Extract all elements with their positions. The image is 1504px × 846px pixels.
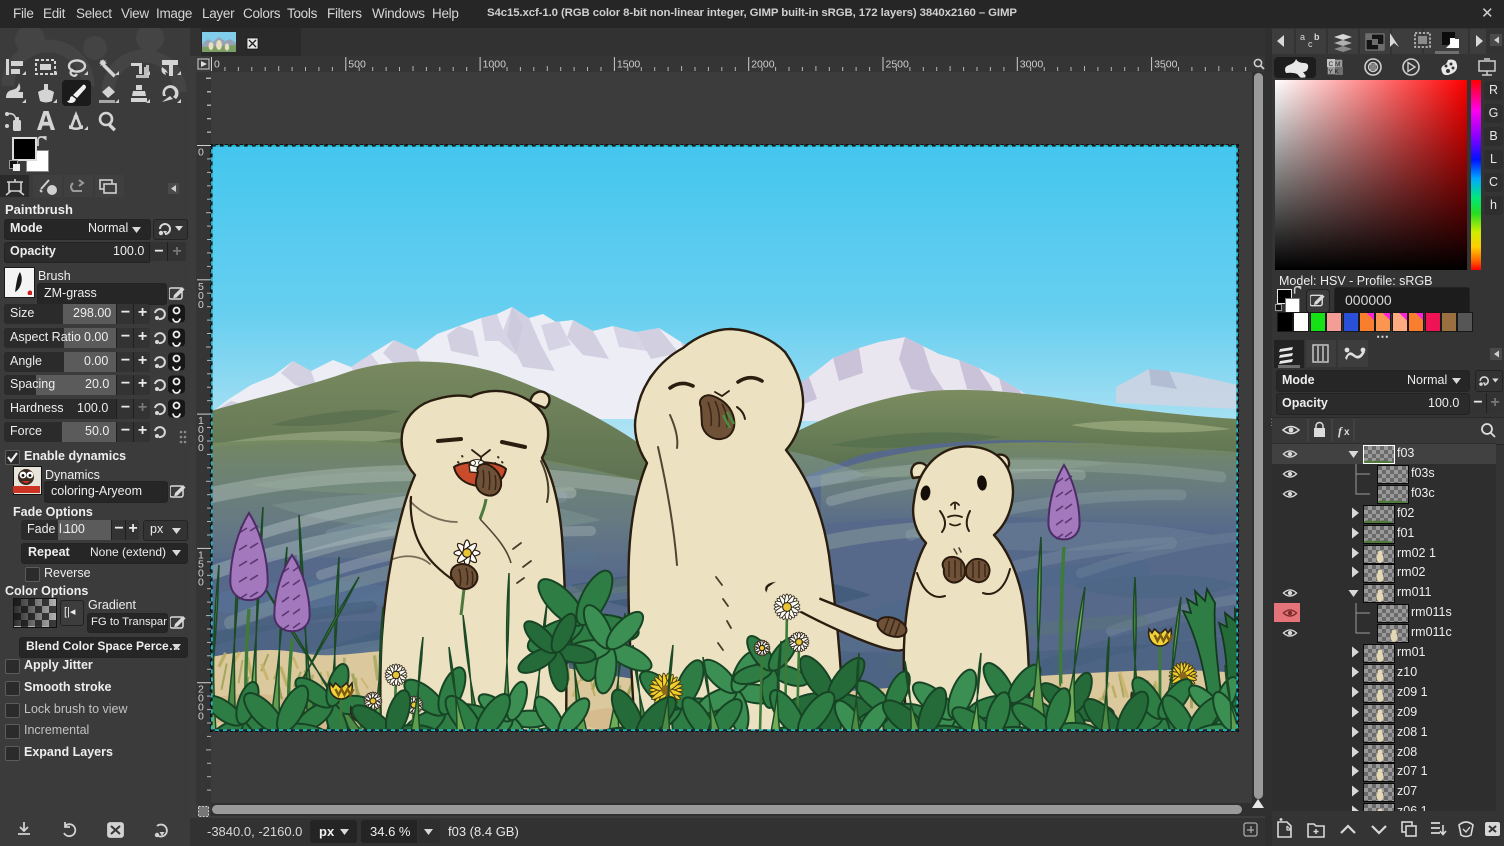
svg-text:f: f — [1338, 424, 1343, 438]
svg-text:0: 0 — [214, 59, 220, 71]
svg-text:a: a — [1300, 32, 1305, 42]
svg-text:1500: 1500 — [617, 59, 641, 71]
svg-text:1000: 1000 — [483, 59, 507, 71]
svg-text:b: b — [1314, 32, 1320, 42]
svg-text:2500: 2500 — [886, 59, 910, 71]
svg-text:0: 0 — [198, 576, 204, 588]
svg-text:2000: 2000 — [751, 59, 775, 71]
svg-text:0: 0 — [198, 711, 204, 723]
svg-text:Y K: Y K — [1329, 69, 1340, 76]
svg-text:3500: 3500 — [1154, 59, 1178, 71]
svg-text:3000: 3000 — [1020, 59, 1044, 71]
svg-text:0: 0 — [198, 147, 204, 159]
svg-text:c: c — [1308, 39, 1313, 49]
svg-text:C M: C M — [1329, 61, 1341, 68]
svg-text:x: x — [1344, 427, 1350, 438]
svg-text:0: 0 — [198, 442, 204, 454]
svg-text:0: 0 — [198, 299, 204, 311]
svg-text:500: 500 — [348, 59, 366, 71]
